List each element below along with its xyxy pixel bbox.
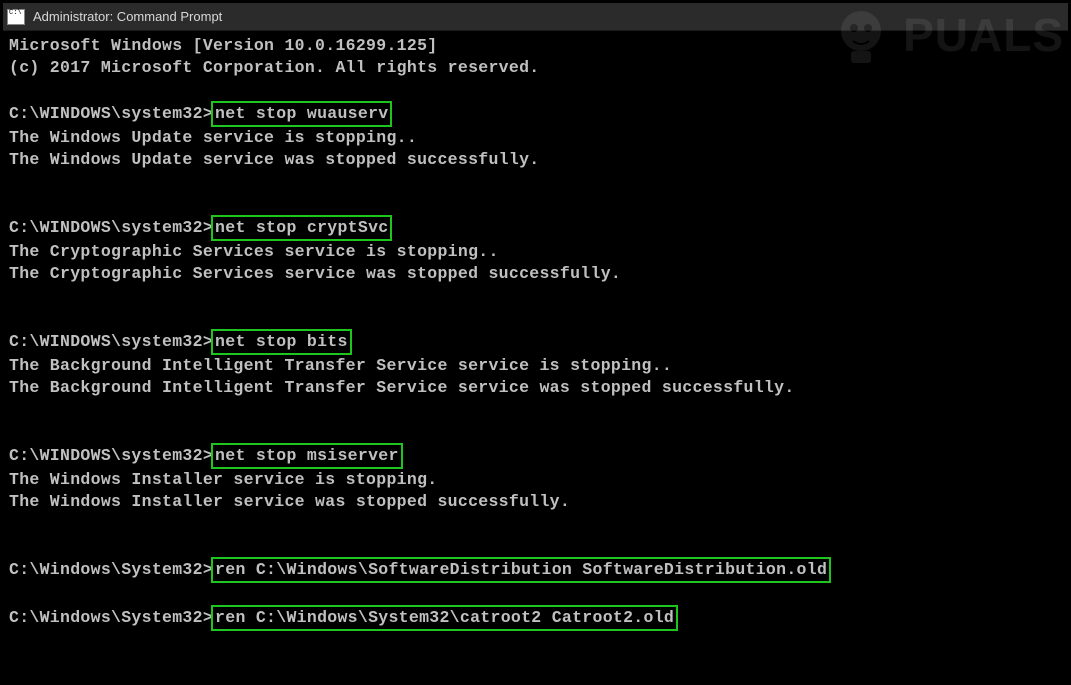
terminal-line: C:\Windows\System32>ren C:\Windows\Softw… xyxy=(9,557,1062,583)
terminal-line: The Cryptographic Services service is st… xyxy=(9,241,1062,263)
prompt-path: C:\Windows\System32> xyxy=(9,608,213,627)
terminal-line xyxy=(9,171,1062,193)
terminal-line: The Windows Installer service was stoppe… xyxy=(9,491,1062,513)
terminal-line: C:\WINDOWS\system32>net stop cryptSvc xyxy=(9,215,1062,241)
terminal-line: The Windows Installer service is stoppin… xyxy=(9,469,1062,491)
terminal-line xyxy=(9,583,1062,605)
terminal-line xyxy=(9,513,1062,535)
command-text: net stop msiserver xyxy=(211,443,403,469)
terminal-line xyxy=(9,285,1062,307)
command-text: ren C:\Windows\System32\catroot2 Catroot… xyxy=(211,605,678,631)
terminal-line: The Background Intelligent Transfer Serv… xyxy=(9,377,1062,399)
terminal-line xyxy=(9,307,1062,329)
terminal-line: The Windows Update service was stopped s… xyxy=(9,149,1062,171)
command-text: net stop bits xyxy=(211,329,352,355)
terminal-line: C:\Windows\System32>ren C:\Windows\Syste… xyxy=(9,605,1062,631)
terminal-line xyxy=(9,193,1062,215)
command-text: net stop cryptSvc xyxy=(211,215,392,241)
terminal-line: The Background Intelligent Transfer Serv… xyxy=(9,355,1062,377)
window-border: Administrator: Command Prompt Microsoft … xyxy=(0,0,1071,685)
terminal-line: Microsoft Windows [Version 10.0.16299.12… xyxy=(9,35,1062,57)
terminal-line xyxy=(9,421,1062,443)
prompt-path: C:\WINDOWS\system32> xyxy=(9,218,213,237)
terminal-line: C:\WINDOWS\system32>net stop msiserver xyxy=(9,443,1062,469)
terminal-line: The Windows Update service is stopping.. xyxy=(9,127,1062,149)
terminal-line: The Cryptographic Services service was s… xyxy=(9,263,1062,285)
terminal-line xyxy=(9,399,1062,421)
prompt-path: C:\Windows\System32> xyxy=(9,560,213,579)
terminal-line xyxy=(9,535,1062,557)
prompt-path: C:\WINDOWS\system32> xyxy=(9,104,213,123)
title-bar: Administrator: Command Prompt xyxy=(3,3,1068,31)
command-text: ren C:\Windows\SoftwareDistribution Soft… xyxy=(211,557,831,583)
prompt-path: C:\WINDOWS\system32> xyxy=(9,332,213,351)
prompt-path: C:\WINDOWS\system32> xyxy=(9,446,213,465)
terminal-line: (c) 2017 Microsoft Corporation. All righ… xyxy=(9,57,1062,79)
window-title: Administrator: Command Prompt xyxy=(33,9,222,24)
terminal-line: C:\WINDOWS\system32>net stop bits xyxy=(9,329,1062,355)
terminal-line xyxy=(9,79,1062,101)
terminal-area[interactable]: Microsoft Windows [Version 10.0.16299.12… xyxy=(3,31,1068,635)
command-text: net stop wuauserv xyxy=(211,101,392,127)
cmd-icon xyxy=(7,9,25,25)
terminal-line: C:\WINDOWS\system32>net stop wuauserv xyxy=(9,101,1062,127)
